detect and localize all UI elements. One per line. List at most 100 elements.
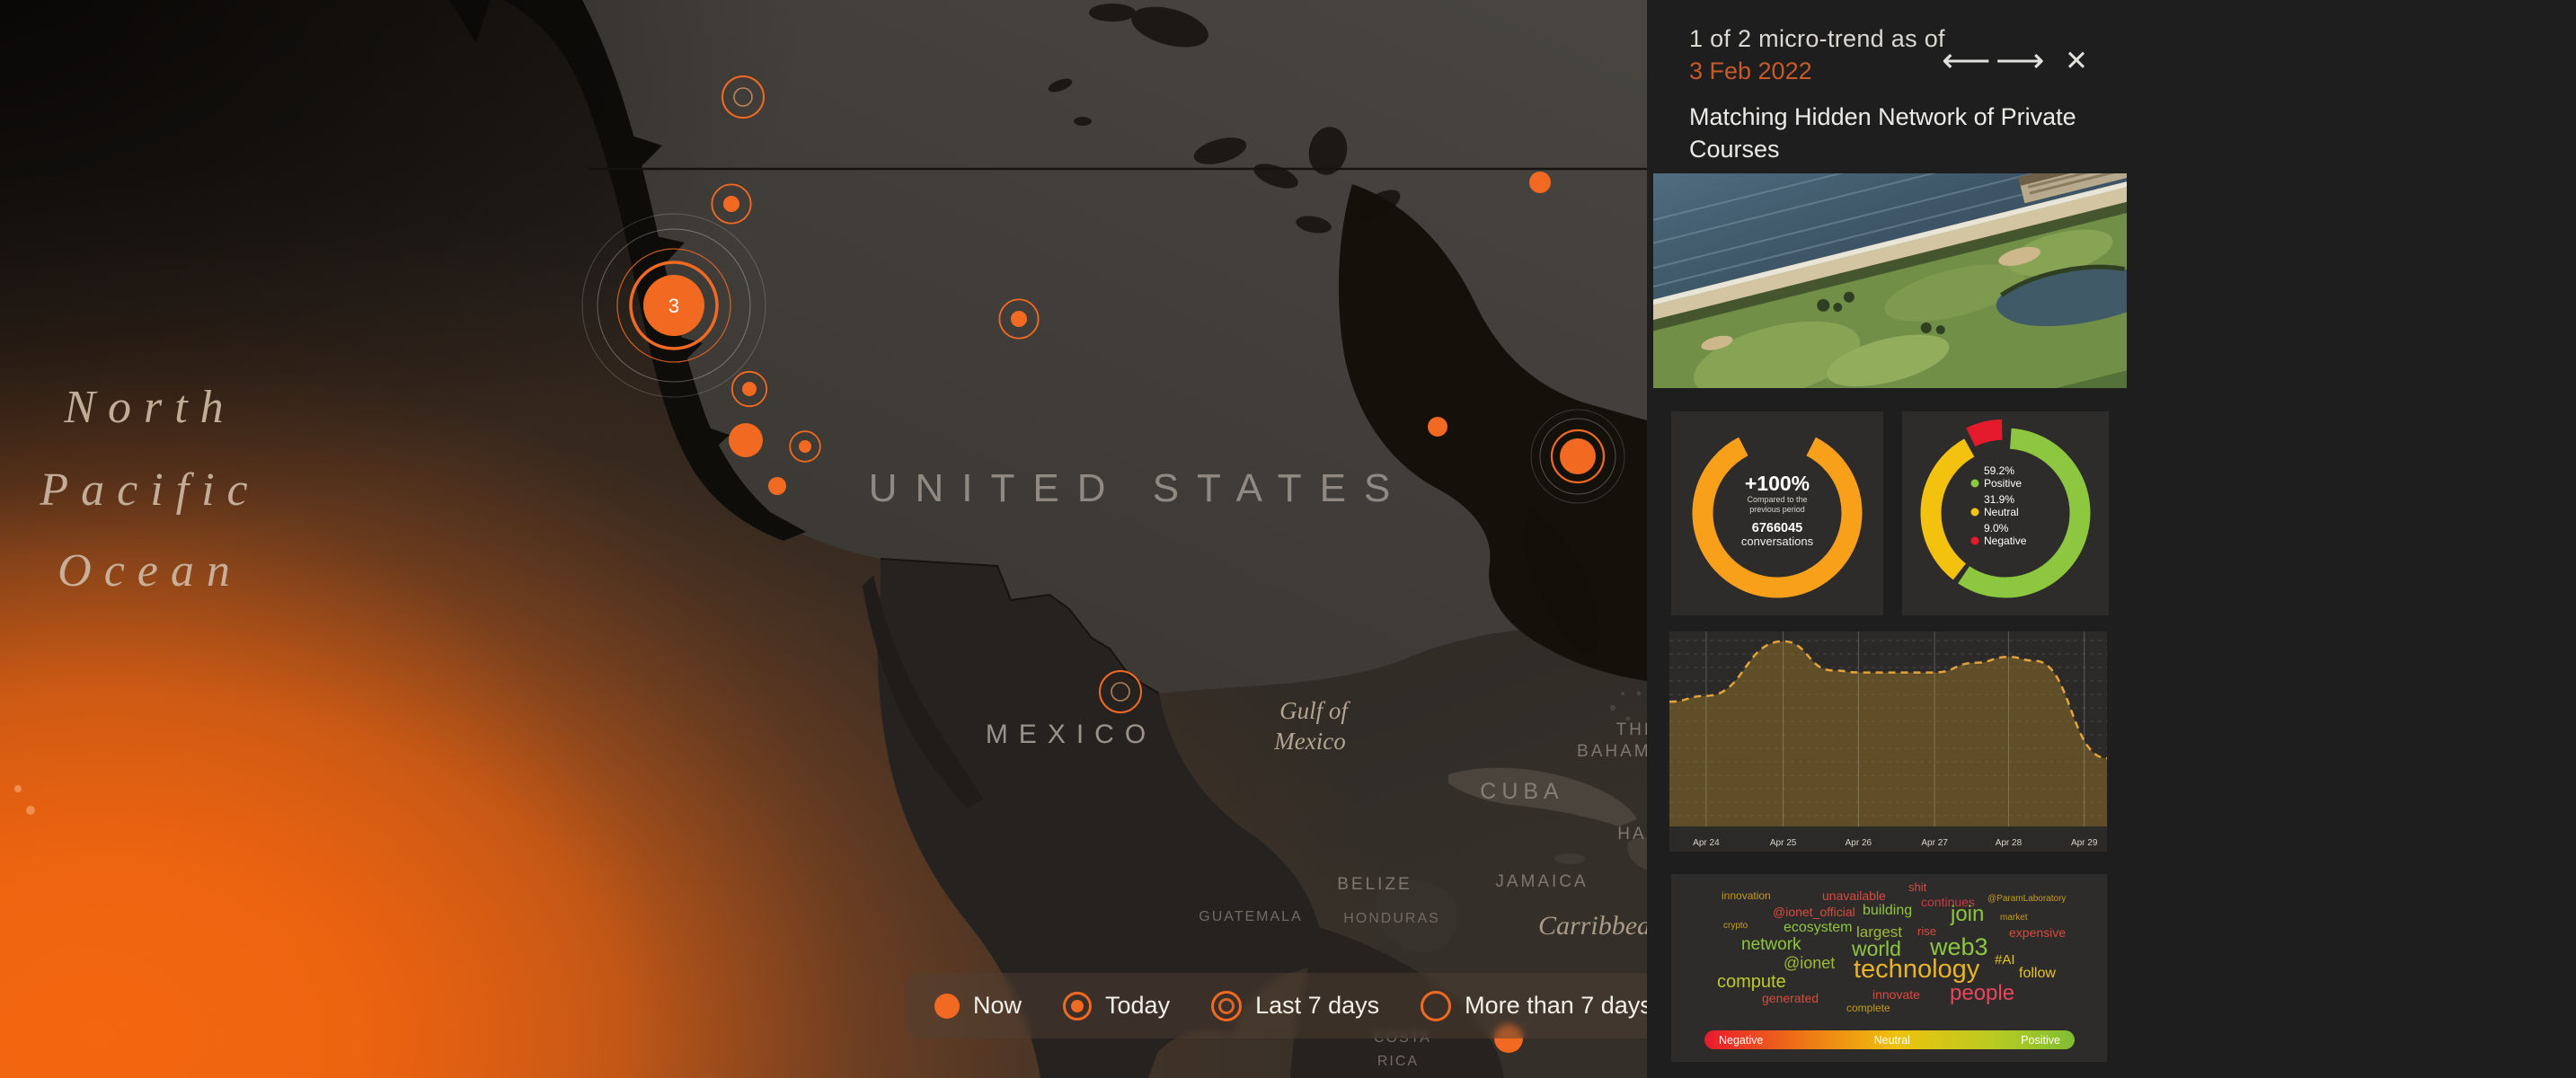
map-place-label: BELIZE [1337, 875, 1412, 894]
trend-title: Matching Hidden Network of Private Cours… [1689, 101, 2102, 165]
volume-caption: previous period [1749, 505, 1805, 514]
pager-text: 1 of 2 micro-trend as of [1689, 25, 1945, 53]
pager-date: 3 Feb 2022 [1689, 57, 1812, 85]
legend-item-today[interactable]: Today [1063, 992, 1170, 1021]
cloud-word[interactable]: compute [1717, 973, 1786, 991]
map-place-label: Gulf of [1279, 697, 1350, 724]
conversation-count: 6766045 [1752, 521, 1802, 535]
cloud-word[interactable]: @ionet [1784, 955, 1835, 971]
cloud-word[interactable]: join [1951, 904, 1984, 925]
trend-x-label: Apr 26 [1846, 838, 1872, 848]
sentiment-label: Negative [1984, 535, 2027, 547]
cloud-word[interactable]: @ParamLaboratory [1987, 895, 2066, 904]
map-marker-now[interactable] [1428, 417, 1447, 437]
sentiment-pct: 9.0% [1984, 522, 2009, 535]
sentiment-dot-icon [1971, 508, 1979, 517]
cloud-word[interactable]: market [2000, 914, 2028, 923]
sentiment-label: Neutral [1984, 506, 2019, 518]
cluster-count: 3 [668, 295, 679, 317]
golf-course-photo-graphic [1653, 173, 2127, 388]
map-marker-now[interactable] [768, 477, 786, 495]
next-trend-arrow-icon[interactable]: ⟶ [1996, 40, 2042, 83]
map-canvas[interactable]: North Pacific Ocean UNITED STATES MEXICO Gulf… [0, 0, 1647, 1078]
cloud-word[interactable]: follow [2019, 967, 2056, 981]
map-place-label: HONDURAS [1343, 911, 1440, 926]
map-place-label: UNITED STATES [869, 466, 1409, 510]
map-marker-now[interactable] [1529, 172, 1551, 193]
scale-neutral-label: Neutral [1874, 1034, 1910, 1047]
map-place-label: Carribbean [1538, 911, 1647, 941]
map-place-label: BAHAMAS [1577, 742, 1647, 761]
volume-change-value: +100% [1745, 472, 1810, 495]
sentiment-dot-icon [1971, 537, 1979, 545]
map-place-label: HAITI [1617, 825, 1647, 844]
sentiment-card: 59.2%Positive 31.9%Neutral 9.0%Negative [1902, 411, 2109, 615]
volume-donut-chart: +100%Compared to theprevious period 67660… [1671, 411, 1883, 615]
sentiment-donut-chart: 59.2%Positive 31.9%Neutral 9.0%Negative [1902, 411, 2109, 615]
sentiment-slice-positive [1964, 438, 2080, 588]
sentiment-scale-bar: Negative Neutral Positive [1704, 1030, 2075, 1049]
last7-marker-icon [1211, 991, 1242, 1021]
cloud-word[interactable]: crypto [1723, 922, 1748, 931]
cloud-word[interactable]: innovate [1872, 988, 1920, 1001]
trend-x-label: Apr 25 [1770, 838, 1797, 848]
legend-item-last7[interactable]: Last 7 days [1211, 991, 1379, 1021]
legend-label: Now [973, 992, 1022, 1020]
cloud-word[interactable]: expensive [2009, 926, 2066, 939]
trend-area-fill [1669, 641, 2107, 826]
legend-label: Last 7 days [1255, 992, 1379, 1020]
cloud-word[interactable]: complete [1846, 1003, 1890, 1013]
cloud-word[interactable]: network [1741, 936, 1801, 953]
trend-x-label: Apr 24 [1693, 838, 1720, 848]
conversation-count-label: conversations [1741, 535, 1814, 548]
sentiment-pct: 59.2% [1984, 464, 2014, 477]
trend-x-label: Apr 29 [2071, 838, 2098, 848]
previous-trend-arrow-icon[interactable]: ⟵ [1942, 40, 1988, 83]
now-marker-icon [934, 994, 960, 1019]
legend-label: Today [1105, 992, 1170, 1020]
map-graphic: North Pacific Ocean UNITED STATES MEXICO Gulf… [0, 0, 1647, 1078]
map-place-label: MEXICO [986, 720, 1156, 749]
ocean-label: Ocean [58, 545, 243, 596]
cloud-word[interactable]: technology [1854, 957, 1979, 983]
legend-item-older[interactable]: More than 7 days ago [1421, 991, 1647, 1021]
sentiment-pct: 31.9% [1984, 493, 2014, 506]
trend-photo [1653, 173, 2127, 388]
cloud-word[interactable]: shit [1908, 881, 1926, 893]
sentiment-dot-icon [1971, 480, 1979, 488]
map-place-label: RICA [1377, 1054, 1419, 1069]
cloud-word[interactable]: generated [1762, 992, 1819, 1004]
map-place-label: THE [1616, 720, 1648, 739]
cloud-word[interactable]: building [1863, 904, 1912, 918]
older-marker-icon [1421, 991, 1451, 1021]
ocean-label: North [63, 382, 235, 433]
map-time-legend: Now Today Last 7 days More than 7 days ago [906, 973, 1647, 1038]
cloud-word[interactable]: @ionet_official [1773, 906, 1855, 918]
cloud-word[interactable]: innovation [1722, 890, 1771, 901]
cloud-word[interactable]: people [1950, 983, 2014, 1004]
cloud-word[interactable]: ecosystem [1784, 921, 1852, 935]
ocean-label: Pacific [39, 464, 260, 516]
volume-trend-area-chart: Apr 24 Apr 25 Apr 26 Apr 27 Apr 28 Apr 29 [1669, 632, 2107, 852]
trend-x-label: Apr 28 [1996, 838, 2023, 848]
sentiment-label: Positive [1984, 477, 2022, 490]
close-icon[interactable]: ✕ [2053, 40, 2100, 83]
conversation-volume-card: +100%Compared to theprevious period 67660… [1671, 411, 1883, 615]
word-cloud-card: innovationunavailableshitcontinues@Param… [1671, 874, 2107, 1062]
scale-positive-label: Positive [2021, 1034, 2060, 1047]
legend-item-now[interactable]: Now [934, 992, 1022, 1020]
cloud-word[interactable]: #AI [1995, 953, 2015, 967]
trend-x-label: Apr 27 [1921, 838, 1948, 848]
volume-caption: Compared to the [1747, 495, 1807, 504]
map-place-label: JAMAICA [1495, 872, 1588, 891]
cloud-word[interactable]: unavailable [1822, 889, 1886, 902]
map-marker-now[interactable] [729, 423, 763, 457]
map-place-label: CUBA [1480, 779, 1563, 804]
volume-trend-card: Apr 24 Apr 25 Apr 26 Apr 27 Apr 28 Apr 29 [1669, 632, 2107, 852]
microtrend-panel: 1 of 2 micro-trend as of 3 Feb 2022 ⟵ ⟶ … [1647, 0, 2576, 1078]
today-marker-icon [1063, 992, 1092, 1021]
sentiment-slice-negative [1970, 429, 2002, 437]
map-place-label: Mexico [1273, 728, 1345, 755]
scale-negative-label: Negative [1719, 1034, 1763, 1047]
legend-label: More than 7 days ago [1465, 992, 1647, 1020]
